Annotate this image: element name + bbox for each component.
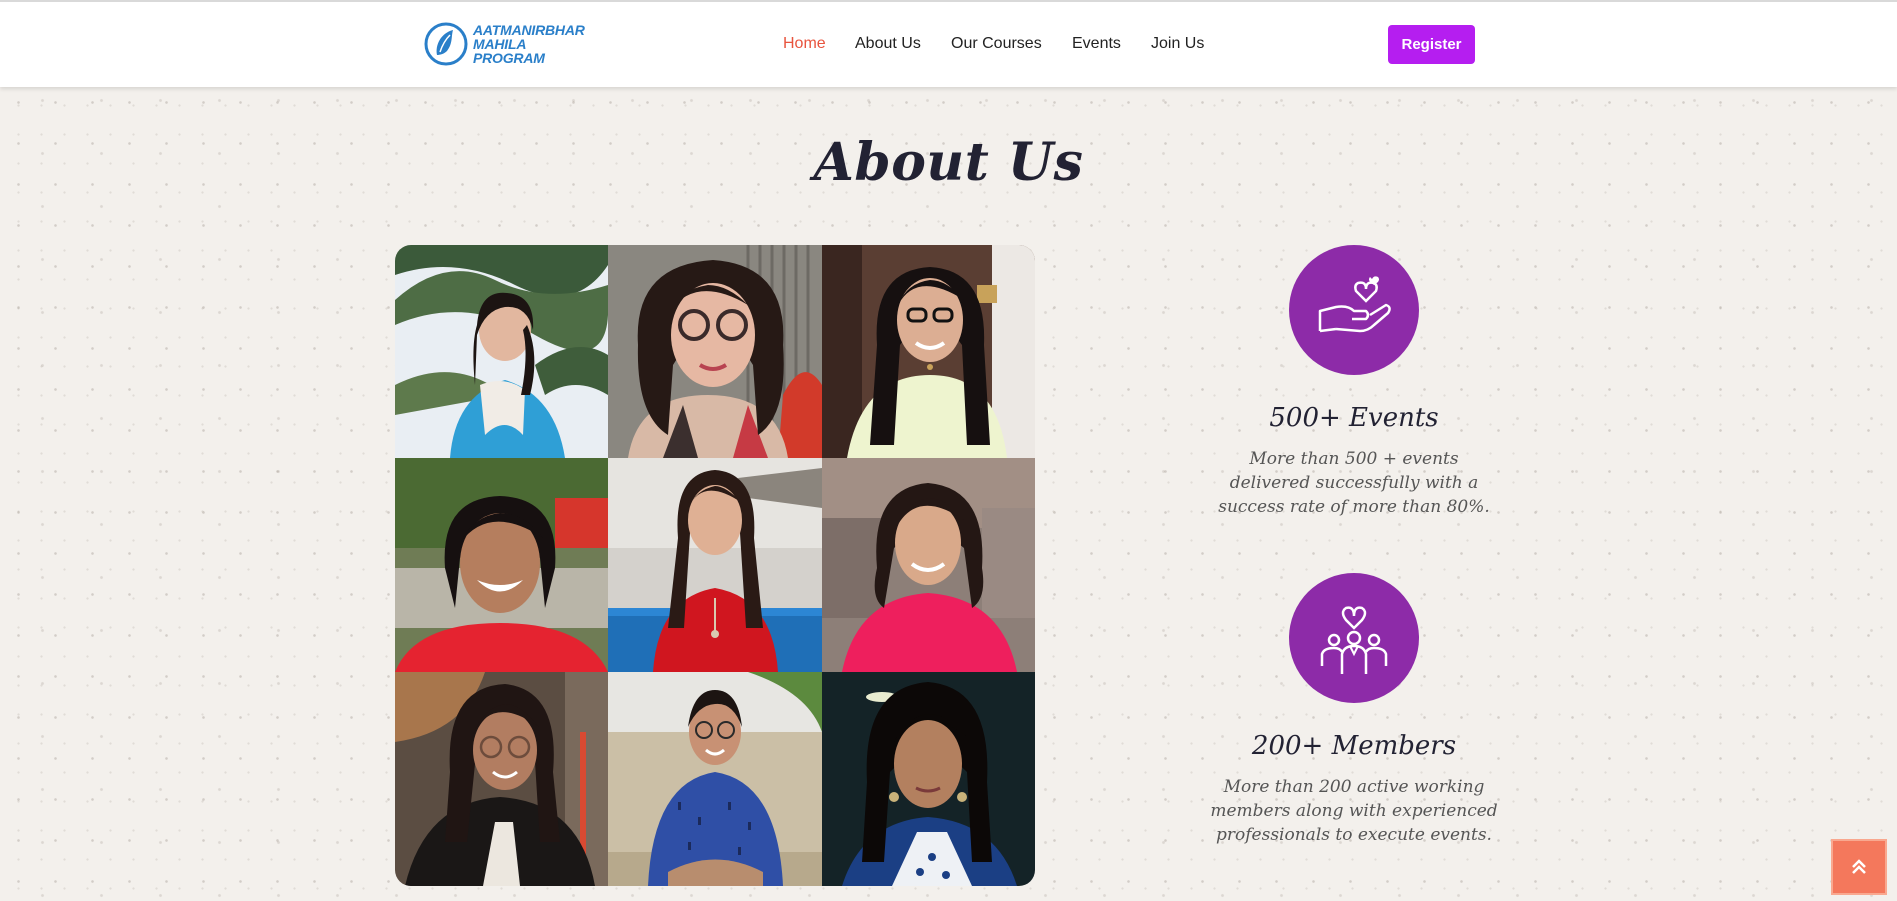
photo-woman-night-portrait (822, 672, 1035, 886)
stat-members-description: More than 200 active working members alo… (1210, 777, 1498, 845)
brand-line-1: AATMANIRBHAR (473, 22, 585, 38)
brand-name: AATMANIRBHAR MAHILA PROGRAM (473, 23, 585, 65)
gallery-photo-2 (608, 245, 822, 458)
gallery-photo-8 (608, 672, 822, 886)
hand-heart-icon (1318, 276, 1391, 333)
section-title: About Us (813, 132, 1084, 193)
photo-woman-red-dress-riverside (608, 458, 822, 672)
gallery-photo-3 (822, 245, 1035, 458)
gallery-photo-1 (395, 245, 608, 458)
nav-our-courses[interactable]: Our Courses (951, 35, 1042, 53)
team-heart-icon (1320, 606, 1388, 674)
register-button[interactable]: Register (1388, 25, 1475, 64)
logo-emblem-icon (424, 22, 468, 66)
stat-members-badge (1289, 573, 1419, 703)
stat-events-badge (1289, 245, 1419, 375)
scroll-to-top-button[interactable] (1831, 839, 1887, 895)
stat-members-title: 200+ Members (1251, 731, 1457, 761)
nav-events[interactable]: Events (1072, 35, 1121, 53)
stat-events: 500+ Events More than 500 + events deliv… (1204, 245, 1504, 519)
nav-home[interactable]: Home (783, 35, 826, 53)
photo-woman-with-glasses (608, 245, 822, 458)
gallery-photo-9 (822, 672, 1035, 886)
brand-line-2: MAHILA (473, 36, 527, 52)
member-photo-gallery (395, 245, 1035, 886)
photo-woman-blue-top-seated (608, 672, 822, 886)
photo-woman-pink-top (822, 458, 1035, 672)
photo-woman-smiling-indoor (822, 245, 1035, 458)
stat-events-title: 500+ Events (1269, 403, 1439, 433)
brand-logo[interactable]: AATMANIRBHAR MAHILA PROGRAM (423, 21, 585, 67)
stat-members: 200+ Members More than 200 active workin… (1204, 573, 1504, 847)
nav-about-us[interactable]: About Us (855, 35, 921, 53)
top-navbar: AATMANIRBHAR MAHILA PROGRAM Home About U… (0, 0, 1897, 87)
stat-events-description: More than 500 + events delivered success… (1218, 449, 1490, 517)
photo-woman-in-snow (395, 245, 608, 458)
gallery-photo-6 (822, 458, 1035, 672)
gallery-photo-4 (395, 458, 608, 672)
nav-join-us[interactable]: Join Us (1151, 35, 1204, 53)
photo-woman-black-blazer (395, 672, 608, 886)
gallery-photo-5 (608, 458, 822, 672)
brand-line-3: PROGRAM (473, 50, 545, 66)
chevron-up-double-icon (1852, 859, 1866, 874)
photo-woman-red-top-outdoor (395, 458, 608, 672)
gallery-photo-7 (395, 672, 608, 886)
